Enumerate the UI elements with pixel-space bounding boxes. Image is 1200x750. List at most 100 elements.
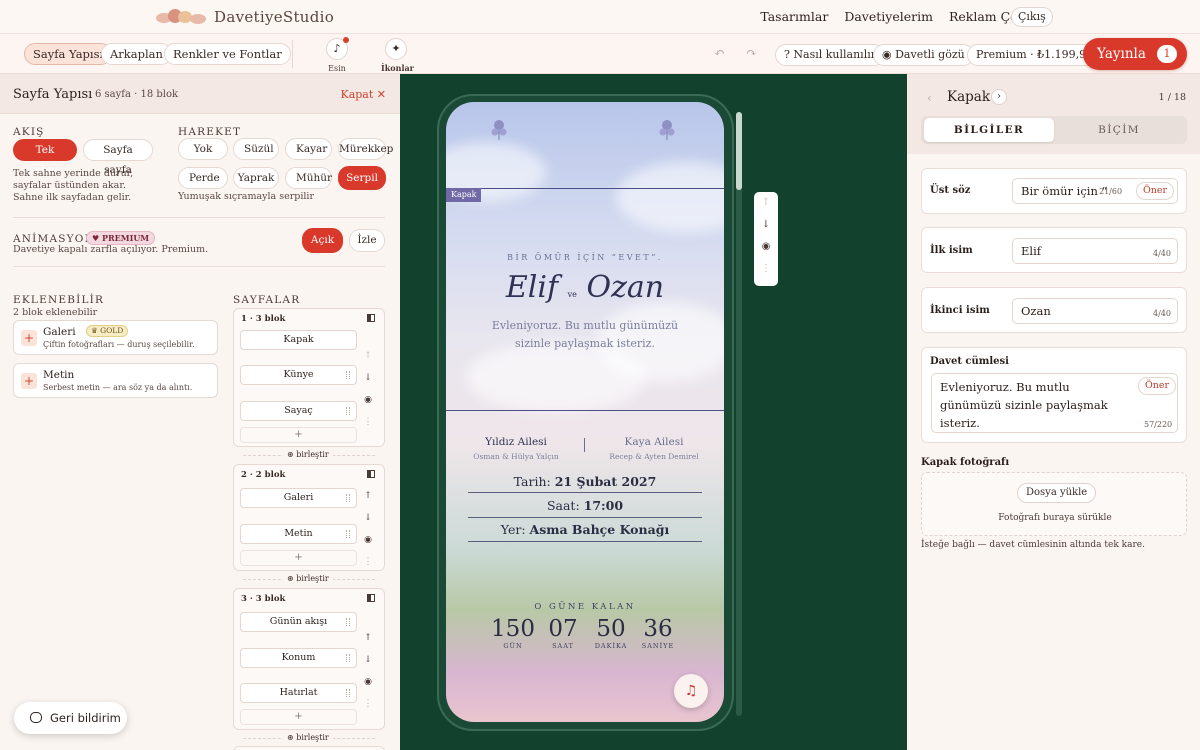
merge-pages-button[interactable]: ⊛ birleştir xyxy=(283,573,333,585)
premium-price-button[interactable]: Premium · ₺1.199,90 xyxy=(967,44,1103,66)
addable-count: 2 blok eklenebilir xyxy=(13,307,98,318)
motion-option-none[interactable]: Yok xyxy=(178,138,228,160)
suggest-button[interactable]: Öner xyxy=(1136,182,1175,200)
tab-background[interactable]: Arkaplan xyxy=(101,43,172,65)
tab-page-structure[interactable]: Sayfa Yapısı xyxy=(24,43,113,65)
arrow-down-icon[interactable]: ↓ xyxy=(358,367,378,389)
eye-icon[interactable]: ◉ xyxy=(358,529,378,551)
nav-link-my-invitations[interactable]: Davetiyelerim xyxy=(844,9,933,24)
invitation-preview[interactable]: Kapak BİR ÖMÜR İÇİN “EVET”. Elif ve Ozan… xyxy=(446,102,724,722)
premium-badge: ♥ PREMIUM xyxy=(86,231,156,245)
merge-icon: ⊛ xyxy=(287,450,297,459)
page-card xyxy=(233,746,385,750)
publish-button[interactable]: Yayınla 1 xyxy=(1083,38,1187,70)
drag-handle-icon[interactable]: ⋮ xyxy=(358,693,378,715)
plus-icon[interactable]: + xyxy=(21,330,37,346)
redo-icon[interactable]: ↷ xyxy=(746,46,757,61)
arrow-down-icon[interactable]: ↓ xyxy=(358,649,378,671)
drag-handle-icon[interactable] xyxy=(346,371,350,379)
arrow-down-icon[interactable]: ↓ xyxy=(358,507,378,529)
layout-icon[interactable] xyxy=(367,314,375,322)
motion-option-sprout[interactable]: Serpil xyxy=(338,166,386,190)
block-reminder[interactable]: Hatırlat xyxy=(240,683,357,703)
arrow-up-icon[interactable]: ↑ xyxy=(754,192,778,214)
music-toggle-icon[interactable]: ♫ xyxy=(674,674,708,708)
block-imprint[interactable]: Künye xyxy=(240,365,357,385)
preview-scroll-thumb[interactable] xyxy=(736,112,742,190)
close-panel-button[interactable]: Kapat ✕ xyxy=(340,88,386,101)
eye-icon[interactable]: ◉ xyxy=(754,236,778,258)
drag-handle-icon[interactable] xyxy=(346,654,350,662)
plus-icon[interactable]: + xyxy=(21,373,37,389)
drag-handle-icon[interactable]: ⋮ xyxy=(358,551,378,573)
drag-handle-icon[interactable] xyxy=(346,618,350,626)
eye-icon[interactable]: ◉ xyxy=(358,389,378,411)
arrow-up-icon[interactable]: ↑ xyxy=(358,627,378,649)
motion-option-ink[interactable]: Mürekkep xyxy=(338,138,393,160)
tab-colors-fonts[interactable]: Renkler ve Fontlar xyxy=(164,43,291,65)
block-float-controls: ↑ ↓ ◉ ⋮ xyxy=(754,192,778,286)
arrow-down-icon[interactable]: ↓ xyxy=(754,214,778,236)
merge-pages-button[interactable]: ⊛ birleştir xyxy=(283,732,333,744)
animation-on-button[interactable]: Açık xyxy=(302,228,343,253)
help-button[interactable]: ? Nasıl kullanılır xyxy=(775,44,885,66)
music-note-icon: ♪ xyxy=(326,37,349,60)
photo-dropzone[interactable]: Dosya yükle Fotoğrafı buraya sürükle xyxy=(921,472,1187,536)
block-text[interactable]: Metin xyxy=(240,524,357,544)
undo-icon[interactable]: ↶ xyxy=(714,46,725,61)
add-block-button[interactable]: + xyxy=(240,709,357,725)
drag-handle-icon[interactable] xyxy=(346,407,350,415)
eye-icon[interactable]: ◉ xyxy=(358,671,378,693)
chevron-left-icon[interactable]: ‹ xyxy=(927,91,932,105)
block-counter[interactable]: Sayaç xyxy=(240,401,357,421)
motion-option-float[interactable]: Süzül xyxy=(233,138,279,160)
countdown-label: O GÜNE KALAN xyxy=(534,602,636,612)
rose-ornament-icon xyxy=(490,118,508,140)
block-cover[interactable]: Kapak xyxy=(240,330,357,350)
arrow-up-icon[interactable]: ↑ xyxy=(358,345,378,367)
flow-option-page-by-page[interactable]: Sayfa sayfa xyxy=(83,139,153,176)
layout-icon[interactable] xyxy=(367,470,375,478)
animation-watch-button[interactable]: İzle xyxy=(349,229,385,252)
merge-pages-button[interactable]: ⊛ birleştir xyxy=(283,449,333,461)
flow-option-single-scene[interactable]: Tek sahne xyxy=(13,139,77,176)
preview-scrollbar[interactable] xyxy=(736,112,742,716)
drag-handle-icon[interactable] xyxy=(346,689,350,697)
tool-inspiration[interactable]: ♪ Esin xyxy=(322,37,352,74)
nav-link-designs[interactable]: Tasarımlar xyxy=(760,9,828,24)
char-counter: 4/40 xyxy=(1153,249,1171,258)
block-gallery[interactable]: Galeri xyxy=(240,488,357,508)
motion-option-slide[interactable]: Kayar xyxy=(285,138,332,160)
publish-count-badge: 1 xyxy=(1157,45,1177,63)
motion-option-leaf[interactable]: Yaprak xyxy=(233,167,279,189)
add-block-button[interactable]: + xyxy=(240,550,357,566)
block-location[interactable]: Konum xyxy=(240,648,357,668)
add-block-text[interactable]: + Metin Serbest metin — ara söz ya da al… xyxy=(13,363,218,398)
char-counter: 21/60 xyxy=(1099,187,1123,196)
add-block-button[interactable]: + xyxy=(240,427,357,443)
tab-format[interactable]: BİÇİM xyxy=(1054,118,1184,142)
page-card: 1 · 3 blok Kapak Künye Sayaç + ↑ ↓ ◉ ⋮ xyxy=(233,308,385,447)
tab-info[interactable]: BİLGİLER xyxy=(924,118,1054,142)
suggest-button[interactable]: Öner xyxy=(1138,377,1177,395)
countdown-seconds: 36 SANİYE xyxy=(641,616,675,650)
guest-view-button[interactable]: ◉ Davetli gözü xyxy=(873,44,974,66)
cover-boundary-line xyxy=(446,410,724,411)
upload-file-button[interactable]: Dosya yükle xyxy=(1017,483,1097,503)
layout-icon[interactable] xyxy=(367,594,375,602)
feedback-button[interactable]: Geri bildirim xyxy=(14,702,127,734)
add-block-gallery[interactable]: + Galeri ♛ GOLD Çiftin fotoğrafları — du… xyxy=(13,320,218,355)
brand-logo[interactable]: DavetiyeStudio xyxy=(156,6,334,28)
block-day-flow[interactable]: Günün akışı xyxy=(240,612,357,632)
logout-button[interactable]: Çıkış xyxy=(1011,7,1053,27)
arrow-up-icon[interactable]: ↑ xyxy=(358,485,378,507)
drag-handle-icon[interactable] xyxy=(346,494,350,502)
drag-handle-icon[interactable] xyxy=(346,530,350,538)
chevron-right-icon[interactable]: › xyxy=(991,89,1007,105)
motion-option-curtain[interactable]: Perde xyxy=(178,167,228,189)
drag-handle-icon[interactable]: ⋮ xyxy=(358,411,378,433)
drag-handle-icon[interactable]: ⋮ xyxy=(754,258,778,280)
cover-section-tag[interactable]: Kapak xyxy=(446,188,482,202)
motion-option-seal[interactable]: Mühür xyxy=(285,167,332,189)
tool-icons[interactable]: ✦ İkonlar xyxy=(381,38,414,74)
